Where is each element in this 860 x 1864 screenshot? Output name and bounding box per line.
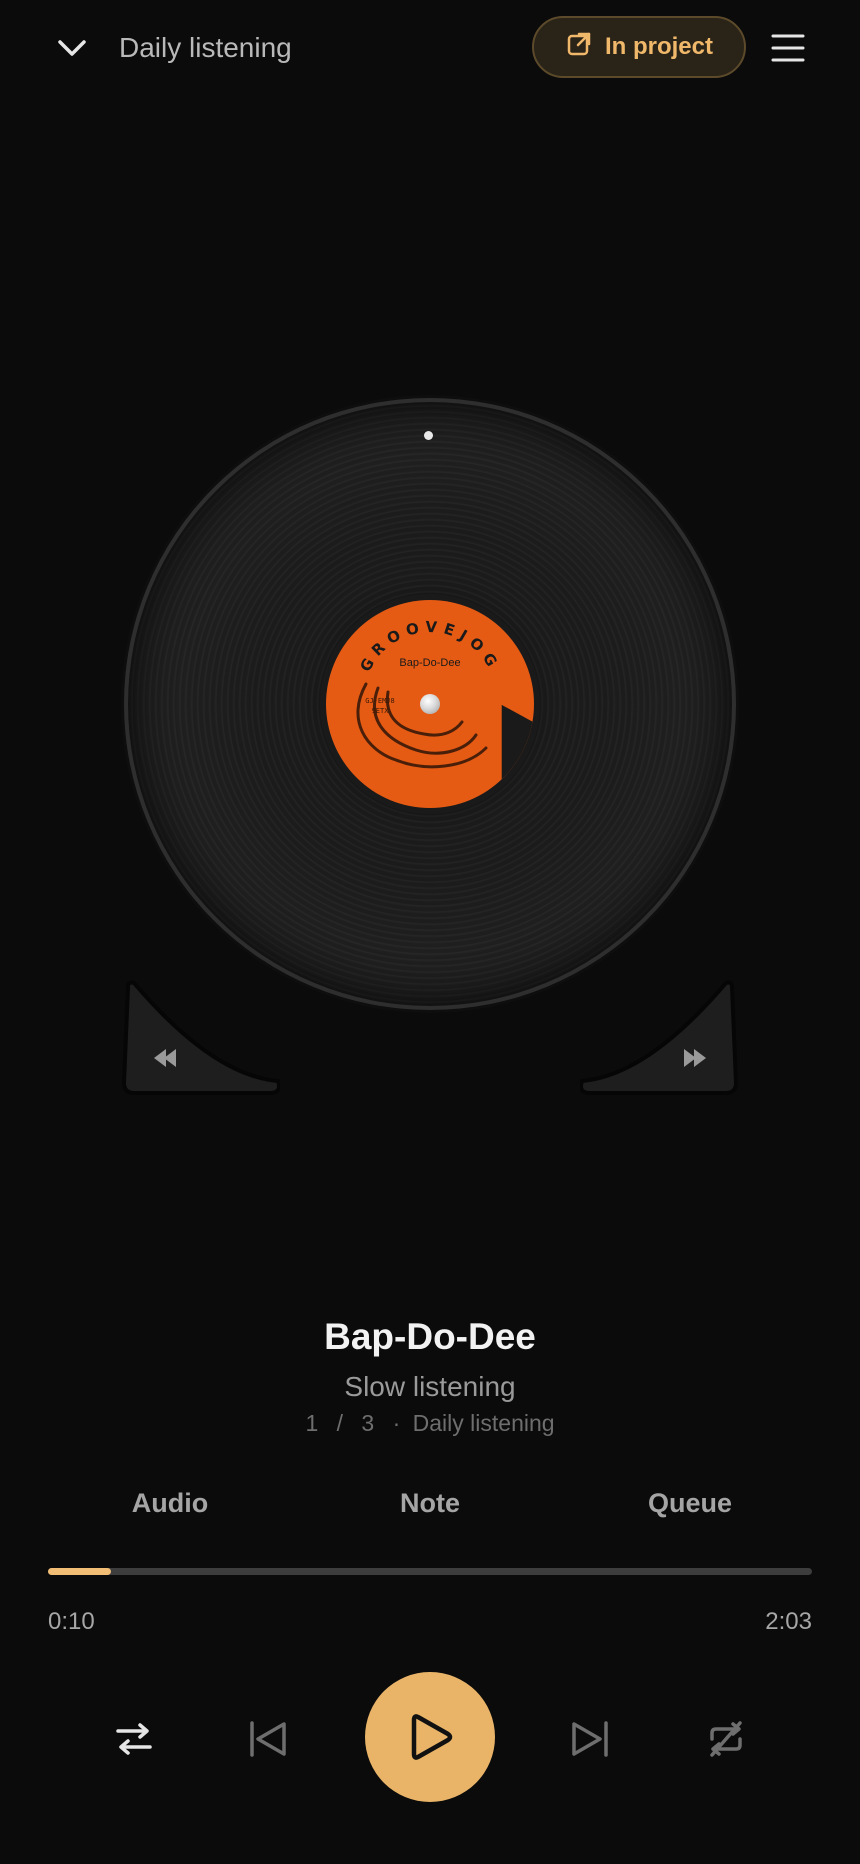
record-marker-dot bbox=[424, 431, 433, 440]
repeat-off-icon[interactable] bbox=[700, 1713, 752, 1765]
label-play-icon bbox=[472, 690, 534, 808]
shuffle-icon[interactable] bbox=[108, 1713, 160, 1765]
label-catalog-code: GJ-EMJ8 9ETX bbox=[360, 696, 400, 716]
record-spindle bbox=[420, 694, 440, 714]
progress-fill bbox=[48, 1568, 111, 1575]
time-current: 0:10 bbox=[48, 1608, 95, 1635]
progress-bar[interactable] bbox=[48, 1568, 812, 1575]
fast-forward-pad[interactable] bbox=[579, 977, 740, 1099]
tab-note[interactable]: Note bbox=[350, 1488, 510, 1519]
time-total: 2:03 bbox=[765, 1608, 812, 1635]
label-code-line2: 9ETX bbox=[371, 707, 389, 715]
external-link-icon bbox=[565, 30, 593, 65]
in-project-label: In project bbox=[604, 33, 713, 60]
track-subtitle: Slow listening bbox=[344, 1371, 516, 1402]
skip-previous-icon[interactable] bbox=[242, 1713, 294, 1765]
play-icon bbox=[411, 1714, 453, 1760]
track-position: 1 / 3 · Daily listening bbox=[0, 1410, 860, 1437]
vinyl-turntable[interactable]: GROOVEJOG Bap-Do-Dee GJ-EMJ8 9ETX bbox=[128, 402, 732, 1006]
playback-controls bbox=[0, 1670, 860, 1804]
top-bar: Daily listening In project bbox=[0, 0, 860, 96]
tab-queue[interactable]: Queue bbox=[610, 1488, 770, 1519]
tab-bar: Audio Note Queue bbox=[0, 1488, 860, 1528]
in-project-button[interactable]: In project bbox=[532, 16, 746, 78]
rewind-pad[interactable] bbox=[120, 977, 281, 1099]
label-track-title: Bap-Do-Dee bbox=[399, 657, 461, 669]
tab-audio[interactable]: Audio bbox=[90, 1488, 250, 1519]
chevron-down-icon[interactable] bbox=[50, 28, 94, 68]
record-label: GROOVEJOG Bap-Do-Dee GJ-EMJ8 9ETX bbox=[326, 600, 534, 808]
play-button[interactable] bbox=[365, 1672, 495, 1802]
hamburger-menu-icon[interactable] bbox=[770, 28, 806, 68]
track-separator: / bbox=[336, 1410, 344, 1436]
page-title: Daily listening bbox=[119, 32, 292, 63]
track-total: 3 bbox=[361, 1410, 375, 1436]
track-index: 1 bbox=[305, 1410, 319, 1436]
track-dot: · bbox=[392, 1410, 401, 1436]
skip-next-icon[interactable] bbox=[564, 1713, 616, 1765]
track-title: Bap-Do-Dee bbox=[324, 1316, 536, 1357]
track-playlist: Daily listening bbox=[412, 1410, 555, 1436]
label-code-line1: GJ-EMJ8 bbox=[365, 697, 395, 705]
